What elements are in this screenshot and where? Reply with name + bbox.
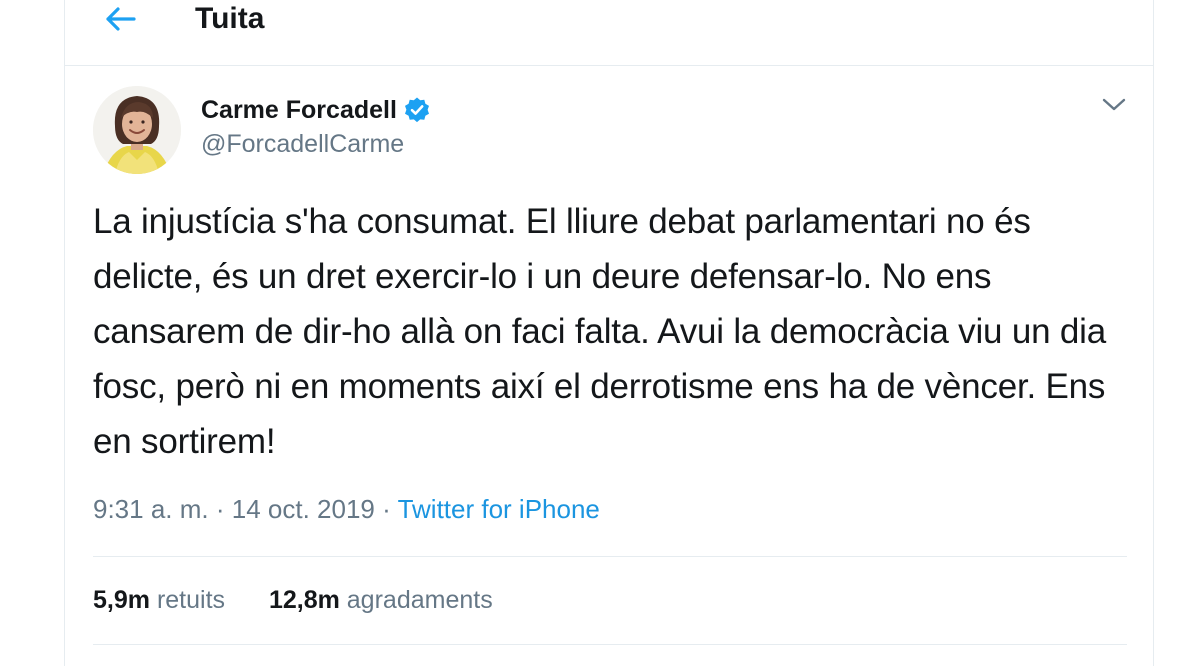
likes-label: agradaments [346,586,493,614]
tweet-detail-column: Tuita Carme Forcadell @ForcadellCarme La… [64,0,1154,666]
tweet-meta: 9:31 a. m. · 14 oct. 2019 · Twitter for … [93,494,600,525]
chevron-down-icon [1102,98,1126,111]
tweet-time[interactable]: 9:31 a. m. [93,494,209,524]
arrow-left-icon [106,7,136,31]
avatar[interactable] [93,86,181,174]
meta-separator: · [215,494,225,524]
meta-separator: · [382,494,391,524]
retweets-count: 5,9m [93,586,150,614]
retweets-label: retuits [156,586,226,614]
author-handle[interactable]: @ForcadellCarme [201,130,404,159]
author-name-row[interactable]: Carme Forcadell [201,92,431,128]
tweet-source-link[interactable]: Twitter for iPhone [398,494,600,524]
tweet-stats: 5,9m retuits 12,8m agradaments [93,586,493,615]
page-header: Tuita [65,0,1153,66]
author-name[interactable]: Carme Forcadell [201,96,397,125]
likes-stat[interactable]: 12,8m agradaments [269,586,493,615]
retweets-stat[interactable]: 5,9m retuits [93,586,225,615]
back-button[interactable] [101,0,141,38]
likes-count: 12,8m [268,586,340,614]
divider [93,644,1127,645]
verified-badge-icon [403,96,431,124]
divider [93,556,1127,557]
more-options-button[interactable] [1097,90,1131,120]
tweet-date[interactable]: 14 oct. 2019 [232,494,375,524]
tweet-text: La injustícia s'ha consumat. El lliure d… [93,202,1106,461]
page-title: Tuita [195,2,265,35]
